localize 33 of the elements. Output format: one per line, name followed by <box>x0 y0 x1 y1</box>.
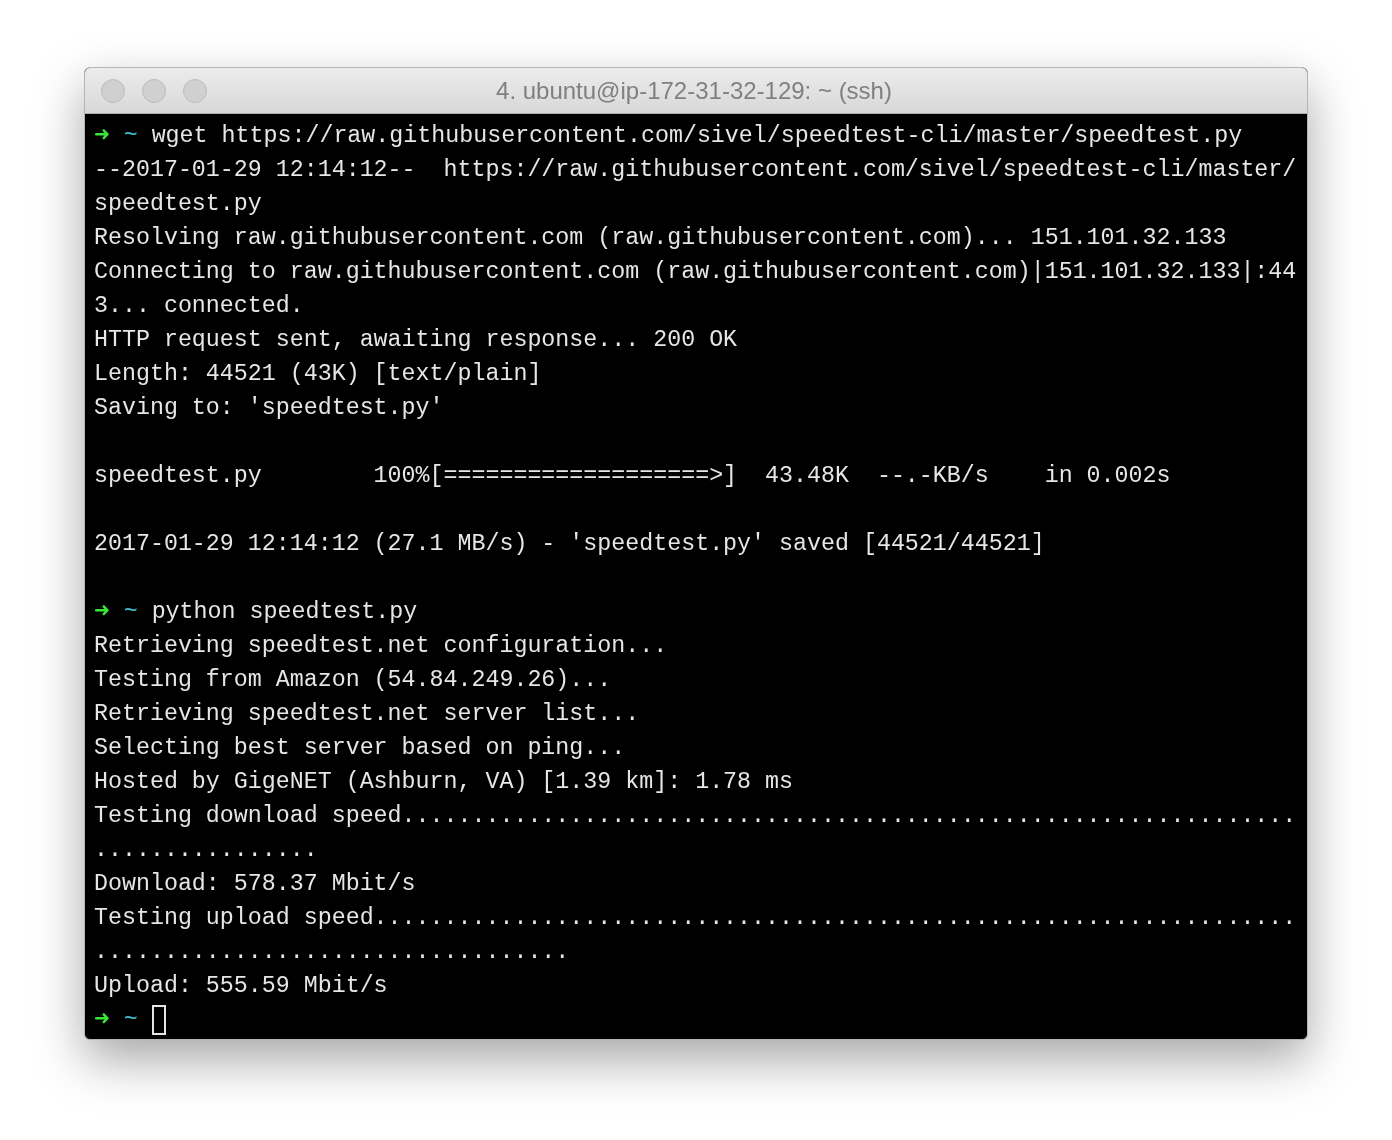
terminal-line: 3... connected. <box>94 291 304 321</box>
terminal-line: Length: 44521 (43K) [text/plain] <box>94 359 542 389</box>
minimize-button[interactable] <box>142 78 166 103</box>
prompt-directory: ~ <box>123 597 138 627</box>
terminal-line: 2017-01-29 12:14:12 (27.1 MB/s) - 'speedtest.py' saved [44521/44521] <box>94 529 1045 559</box>
terminal-line: Hosted by GigeNET (Ashburn, VA) [1.39 km]: 1.78 ms <box>94 767 794 797</box>
terminal-line: Selecting best server based on ping... <box>94 733 626 763</box>
terminal-line: Saving to: 'speedtest.py' <box>94 393 444 423</box>
prompt-directory: ~ <box>123 121 138 151</box>
window-title: 4. ubuntu@ip-172-31-32-129: ~ (ssh) <box>496 75 892 106</box>
prompt-arrow: ➜ <box>94 595 110 629</box>
terminal-line: Testing upload speed.................................................................. <box>94 903 1297 933</box>
terminal-line: Resolving raw.githubusercontent.com (raw.githubusercontent.com)... 151.101.32.133 <box>94 223 1227 253</box>
prompt-arrow: ➜ <box>94 1003 110 1037</box>
close-button[interactable] <box>101 78 125 103</box>
terminal-line: Testing download speed................................................................ <box>94 801 1297 831</box>
prompt-directory: ~ <box>123 1005 138 1035</box>
terminal-line: .................................. <box>94 937 570 967</box>
terminal-line: ................ <box>94 835 318 865</box>
command-text: python speedtest.py <box>151 597 418 627</box>
prompt-arrow: ➜ <box>94 119 110 153</box>
terminal-line: speedtest.py <box>94 189 262 219</box>
terminal-line: Retrieving speedtest.net configuration... <box>94 631 668 661</box>
command-text: wget https://raw.githubusercontent.com/sivel/speedtest-cli/master/speedtest.py <box>151 121 1243 151</box>
terminal-line: --2017-01-29 12:14:12-- https://raw.githubusercontent.com/sivel/speedtest-cli/master/ <box>94 155 1297 185</box>
terminal-line: speedtest.py 100%[===================>] 43.48K --.-KB/s in 0.002s <box>94 461 1171 491</box>
terminal-line: Connecting to raw.githubusercontent.com (raw.githubusercontent.com)|151.101.32.133|:44 <box>94 257 1297 287</box>
zoom-button[interactable] <box>183 78 207 103</box>
terminal-line: Upload: 555.59 Mbit/s <box>94 971 388 1001</box>
terminal-line: Testing from Amazon (54.84.249.26)... <box>94 665 612 695</box>
terminal-line: Download: 578.37 Mbit/s <box>94 869 416 899</box>
terminal-line: HTTP request sent, awaiting response... 200 OK <box>94 325 738 355</box>
terminal-line: Retrieving speedtest.net server list... <box>94 699 640 729</box>
